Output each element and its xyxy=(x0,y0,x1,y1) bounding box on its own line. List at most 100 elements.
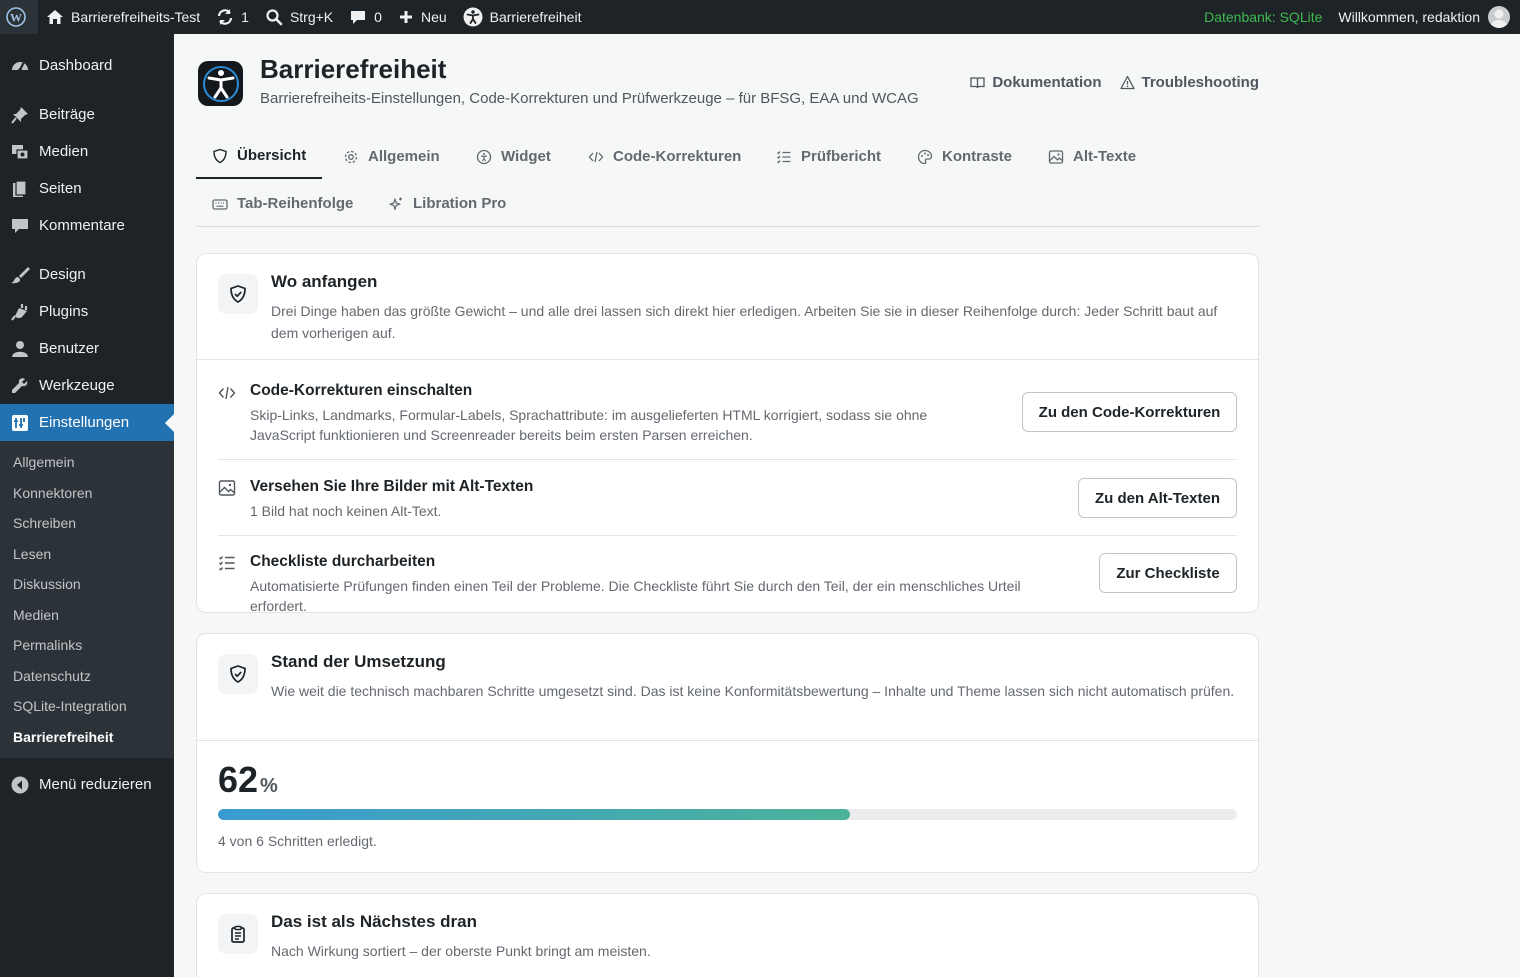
search-shortcut: Strg+K xyxy=(289,9,334,25)
step-title: Code-Korrekturen einschalten xyxy=(250,382,473,399)
step-alt-texts: Versehen Sie Ihre Bilder mit Alt-Texten … xyxy=(218,460,1237,536)
tab-alt-texts[interactable]: Alt-Texte xyxy=(1032,134,1152,179)
tab-label: Tab-Reihenfolge xyxy=(237,195,354,212)
submenu-item-general[interactable]: Allgemein xyxy=(0,447,174,478)
submenu-item-connectors[interactable]: Konnektoren xyxy=(0,478,174,509)
submenu-item-permalinks[interactable]: Permalinks xyxy=(0,630,174,661)
accessibility-icon xyxy=(476,149,492,164)
tab-bar: Übersicht Allgemein Widget Code-Korrektu… xyxy=(196,134,1260,227)
step-title: Checkliste durcharbeiten xyxy=(250,553,436,570)
menu-item-posts[interactable]: Beiträge xyxy=(0,96,174,133)
menu-item-users[interactable]: Benutzer xyxy=(0,330,174,367)
keyboard-icon xyxy=(212,198,228,210)
menu-label: Kommentare xyxy=(39,217,125,234)
tab-general[interactable]: Allgemein xyxy=(327,134,456,179)
menu-item-pages[interactable]: Seiten xyxy=(0,170,174,207)
troubleshooting-link[interactable]: Troubleshooting xyxy=(1119,74,1260,91)
documentation-link[interactable]: Dokumentation xyxy=(970,74,1102,91)
collapse-menu-button[interactable]: Menü reduzieren xyxy=(0,766,174,803)
search-link[interactable]: Strg+K xyxy=(257,0,341,34)
new-content-link[interactable]: Neu xyxy=(390,0,455,34)
menu-label: Medien xyxy=(39,143,89,160)
welcome-user[interactable]: Willkommen, redaktion xyxy=(1330,0,1488,34)
menu-label: Benutzer xyxy=(39,340,100,357)
updates-count: 1 xyxy=(241,9,249,25)
submenu-item-reading[interactable]: Lesen xyxy=(0,539,174,570)
book-icon xyxy=(970,77,985,89)
next-steps-card: Das ist als Nächstes dran Nach Wirkung s… xyxy=(196,893,1259,977)
dashboard-icon xyxy=(10,56,30,76)
tab-label: Allgemein xyxy=(368,148,440,165)
card-description: Wie weit die technisch machbaren Schritt… xyxy=(271,683,1235,699)
pin-icon xyxy=(10,105,30,125)
brush-icon xyxy=(10,265,30,285)
avatar[interactable] xyxy=(1488,6,1510,28)
palette-icon xyxy=(917,149,933,164)
tab-label: Prüfbericht xyxy=(801,148,882,165)
submenu-item-privacy[interactable]: Datenschutz xyxy=(0,661,174,692)
menu-item-tools[interactable]: Werkzeuge xyxy=(0,367,174,404)
tab-label: Code-Korrekturen xyxy=(613,148,742,165)
progress-section: 62 % 4 von 6 Schritten erledigt. xyxy=(197,741,1258,873)
plugin-label: Barrierefreiheit xyxy=(489,9,582,25)
menu-item-settings[interactable]: Einstellungen xyxy=(0,404,174,441)
progress-caption: 4 von 6 Schritten erledigt. xyxy=(218,833,377,849)
getting-started-card: Wo anfangen Drei Dinge haben das größte … xyxy=(196,253,1259,614)
page-subtitle: Barrierefreiheits-Einstellungen, Code-Ko… xyxy=(260,90,919,107)
submenu-item-sqlite[interactable]: SQLite-Integration xyxy=(0,691,174,722)
progress-percent: 62 % xyxy=(218,759,278,801)
code-icon xyxy=(588,151,604,162)
settings-icon xyxy=(10,413,30,433)
progress-unit: % xyxy=(260,775,278,797)
shield-icon xyxy=(213,148,227,163)
tab-code-fixes[interactable]: Code-Korrekturen xyxy=(572,134,757,179)
menu-item-plugins[interactable]: Plugins xyxy=(0,293,174,330)
progress-value: 62 xyxy=(218,759,259,800)
admin-bar: W Barrierefreiheits-Test 1 Strg+K 0 Neu … xyxy=(0,0,1520,34)
comments-link[interactable]: 0 xyxy=(341,0,390,34)
menu-item-media[interactable]: Medien xyxy=(0,133,174,170)
submenu-item-discussion[interactable]: Diskussion xyxy=(0,569,174,600)
tab-overview[interactable]: Übersicht xyxy=(196,134,323,179)
code-fixes-button[interactable]: Zu den Code-Korrekturen xyxy=(1022,392,1237,432)
checklist-button[interactable]: Zur Checkliste xyxy=(1099,553,1237,593)
card-description: Drei Dinge haben das größte Gewicht – un… xyxy=(271,303,1218,341)
menu-item-design[interactable]: Design xyxy=(0,256,174,293)
tab-libration-pro[interactable]: Libration Pro xyxy=(372,181,522,226)
tab-audit-report[interactable]: Prüfbericht xyxy=(760,134,897,179)
wordpress-logo-icon[interactable]: W xyxy=(0,0,38,34)
progress-bar xyxy=(218,809,1237,820)
search-icon xyxy=(266,9,283,26)
submenu-item-writing[interactable]: Schreiben xyxy=(0,508,174,539)
svg-text:W: W xyxy=(10,11,22,25)
pages-icon xyxy=(10,179,30,199)
progress-bar-fill xyxy=(218,809,850,820)
card-title: Wo anfangen xyxy=(271,272,378,291)
tab-label: Alt-Texte xyxy=(1073,148,1137,165)
checklist-icon xyxy=(777,150,791,163)
wrench-icon xyxy=(10,376,30,396)
alt-texts-button[interactable]: Zu den Alt-Texten xyxy=(1078,478,1237,518)
troubleshooting-label: Troubleshooting xyxy=(1141,74,1260,91)
submenu-item-accessibility[interactable]: Barrierefreiheit xyxy=(0,722,174,753)
tab-label: Kontraste xyxy=(942,148,1013,165)
admin-sidebar: Dashboard Beiträge Medien Seiten Komment… xyxy=(0,34,174,977)
image-icon xyxy=(218,479,236,502)
collapse-icon xyxy=(10,775,30,795)
tab-contrasts[interactable]: Kontraste xyxy=(901,134,1028,179)
tab-widget[interactable]: Widget xyxy=(460,134,567,179)
tab-label: Libration Pro xyxy=(413,195,507,212)
accessibility-plugin-link[interactable]: Barrierefreiheit xyxy=(455,0,590,34)
card-title: Das ist als Nächstes dran xyxy=(271,912,477,931)
updates-link[interactable]: 1 xyxy=(208,0,257,34)
tab-label: Übersicht xyxy=(237,147,307,164)
menu-item-comments[interactable]: Kommentare xyxy=(0,207,174,244)
tab-tab-order[interactable]: Tab-Reihenfolge xyxy=(196,181,369,226)
progress-card: Stand der Umsetzung Wie weit die technis… xyxy=(196,633,1259,873)
site-name-link[interactable]: Barrierefreiheits-Test xyxy=(38,0,208,34)
tab-label: Widget xyxy=(501,148,551,165)
menu-item-dashboard[interactable]: Dashboard xyxy=(0,47,174,84)
submenu-item-media[interactable]: Medien xyxy=(0,600,174,631)
comments-count: 0 xyxy=(374,9,382,25)
step-code-fixes: Code-Korrekturen einschalten Skip-Links,… xyxy=(218,360,1237,460)
